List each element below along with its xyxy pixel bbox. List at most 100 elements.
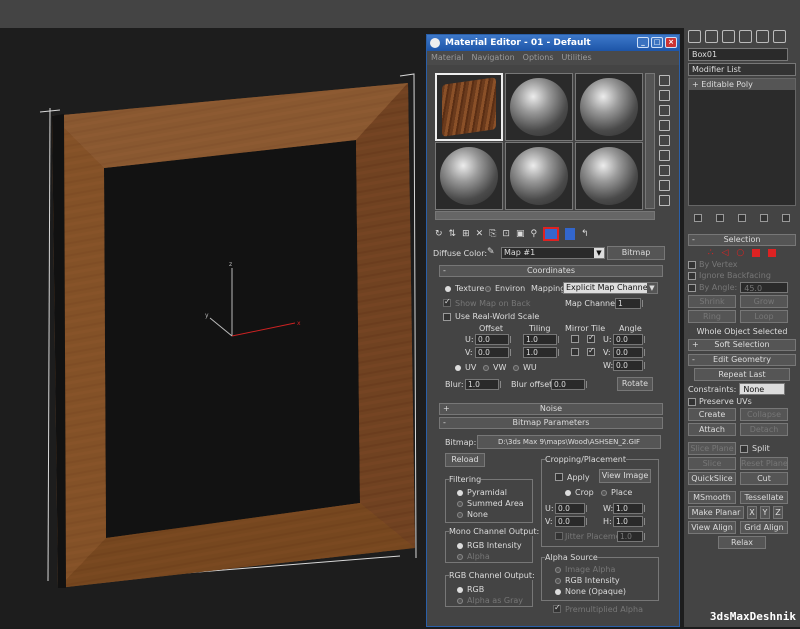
planar-z-button[interactable]: Z — [773, 506, 783, 519]
menu-material[interactable]: Material — [431, 51, 464, 65]
image-alpha-radio[interactable] — [555, 567, 561, 573]
sample-slot-4[interactable] — [435, 142, 503, 210]
sample-type-icon[interactable] — [659, 75, 670, 86]
wu-radio[interactable] — [513, 365, 519, 371]
preserve-uvs-row[interactable]: Preserve UVs — [688, 397, 796, 406]
bitmap-parameters-rollout-header[interactable]: - Bitmap Parameters — [439, 417, 663, 429]
real-world-scale-checkbox[interactable] — [443, 313, 451, 321]
uv-radio[interactable] — [455, 365, 461, 371]
by-angle-row[interactable]: By Angle: 45.0 — [688, 282, 796, 293]
modify-tab-icon[interactable] — [705, 30, 718, 43]
crop-radio[interactable] — [565, 490, 571, 496]
constraints-dropdown[interactable]: None — [739, 383, 786, 395]
premultiplied-alpha-checkbox[interactable] — [553, 603, 561, 613]
collapse-button[interactable]: Collapse — [740, 408, 788, 421]
show-end-result-icon[interactable] — [715, 214, 724, 222]
reset-plane-button[interactable]: Reset Plane — [740, 457, 788, 470]
msmooth-button[interactable]: MSmooth — [688, 491, 736, 504]
planar-y-button[interactable]: Y — [760, 506, 770, 519]
sample-slot-6[interactable] — [575, 142, 643, 210]
slice-button[interactable]: Slice — [688, 457, 736, 470]
split-label[interactable]: Split — [752, 444, 770, 453]
map-channel-spinner[interactable]: 1 — [615, 298, 643, 309]
reset-map-icon[interactable]: ✕ — [476, 229, 484, 239]
material-map-navigator-icon[interactable] — [659, 195, 670, 206]
motion-tab-icon[interactable] — [739, 30, 752, 43]
u-offset-spinner[interactable]: 0.0 — [475, 334, 511, 345]
minimize-icon[interactable]: _ — [637, 37, 649, 48]
sample-slot-5[interactable] — [505, 142, 573, 210]
object-name-field[interactable]: Box01 — [688, 48, 788, 61]
selection-rollout-header[interactable]: - Selection — [688, 234, 796, 246]
quickslice-button[interactable]: QuickSlice — [688, 472, 736, 485]
v-tiling-spinner[interactable]: 1.0 — [523, 347, 559, 358]
attach-button[interactable]: Attach — [688, 423, 736, 436]
alpha-rgb-intensity-radio[interactable] — [555, 578, 561, 584]
modifier-list-dropdown[interactable]: Modifier List — [688, 63, 796, 76]
sample-uv-tiling-icon[interactable] — [659, 120, 670, 131]
blur-spinner[interactable]: 1.0 — [465, 379, 501, 390]
get-material-icon[interactable]: ↻ — [435, 229, 443, 239]
copy-material-icon[interactable]: ⎘ — [489, 229, 496, 239]
options-icon[interactable] — [659, 165, 670, 176]
show-map-on-back-checkbox[interactable] — [443, 297, 451, 307]
map-name-dropdown[interactable]: Map #1 ▼ — [501, 247, 605, 259]
view-image-button[interactable]: View Image — [599, 469, 651, 483]
crop-h-spinner[interactable]: 1.0 — [613, 516, 645, 527]
grid-align-button[interactable]: Grid Align — [740, 521, 788, 534]
rgb-radio[interactable] — [457, 587, 463, 593]
sample-slot-1[interactable] — [435, 73, 503, 141]
sample-slot-2[interactable] — [505, 73, 573, 141]
w-angle-spinner[interactable]: 0.0 — [613, 360, 645, 371]
pyramidal-radio[interactable] — [457, 490, 463, 496]
reload-button[interactable]: Reload — [445, 453, 485, 467]
create-tab-icon[interactable] — [688, 30, 701, 43]
edit-geometry-rollout-header[interactable]: - Edit Geometry — [688, 354, 796, 366]
edge-icon[interactable]: ◁ — [721, 248, 728, 258]
make-planar-button[interactable]: Make Planar — [688, 506, 744, 519]
soft-selection-rollout-header[interactable]: + Soft Selection — [688, 339, 796, 351]
vw-radio[interactable] — [483, 365, 489, 371]
maximize-icon[interactable]: □ — [651, 37, 663, 48]
put-to-library-icon[interactable]: ▣ — [516, 229, 525, 239]
menu-options[interactable]: Options — [523, 51, 554, 65]
grow-button[interactable]: Grow — [740, 295, 788, 308]
video-color-check-icon[interactable] — [659, 135, 670, 146]
close-icon[interactable]: × — [665, 37, 677, 48]
v-offset-spinner[interactable]: 0.0 — [475, 347, 511, 358]
blur-offset-spinner[interactable]: 0.0 — [551, 379, 587, 390]
material-editor-titlebar[interactable]: Material Editor - 01 - Default _ □ × — [427, 35, 679, 51]
polygon-icon[interactable] — [752, 249, 761, 257]
ring-button[interactable]: Ring — [688, 310, 736, 323]
show-end-result-icon[interactable] — [565, 228, 576, 240]
material-effects-channel-icon[interactable]: ⚲ — [530, 229, 537, 239]
slots-vertical-scrollbar[interactable] — [645, 73, 655, 209]
rgb-intensity-radio[interactable] — [457, 543, 463, 549]
bitmap-path-button[interactable]: D:\3ds Max 9\maps\Wood\ASHSEN_2.GIF — [477, 435, 661, 449]
u-mirror-checkbox[interactable] — [571, 335, 579, 343]
texture-radio[interactable] — [445, 286, 451, 292]
alpha-as-gray-radio[interactable] — [457, 598, 463, 604]
loop-button[interactable]: Loop — [740, 310, 788, 323]
repeat-last-button[interactable]: Repeat Last — [694, 368, 790, 381]
backlight-icon[interactable] — [659, 90, 670, 101]
rotate-button[interactable]: Rotate — [617, 377, 653, 391]
by-vertex-row[interactable]: By Vertex — [688, 260, 796, 269]
put-to-scene-icon[interactable]: ⇅ — [449, 229, 457, 239]
make-unique-icon[interactable]: ⊡ — [502, 229, 510, 239]
map-type-button[interactable]: Bitmap — [607, 246, 665, 260]
noise-rollout-header[interactable]: + Noise — [439, 403, 663, 415]
make-unique-icon[interactable] — [737, 214, 746, 222]
jitter-spinner[interactable]: 1.0 — [617, 531, 645, 542]
show-map-in-viewport-icon[interactable] — [543, 227, 560, 241]
slots-horizontal-scrollbar[interactable] — [435, 211, 655, 220]
remove-modifier-icon[interactable] — [760, 214, 769, 222]
place-radio[interactable] — [601, 490, 607, 496]
apply-checkbox[interactable] — [555, 473, 563, 481]
go-to-parent-icon[interactable]: ↰ — [581, 229, 589, 239]
pin-stack-icon[interactable] — [693, 214, 702, 222]
crop-v-spinner[interactable]: 0.0 — [555, 516, 587, 527]
shrink-button[interactable]: Shrink — [688, 295, 736, 308]
cut-button[interactable]: Cut — [740, 472, 788, 485]
vertex-icon[interactable]: ∴ — [708, 248, 714, 258]
